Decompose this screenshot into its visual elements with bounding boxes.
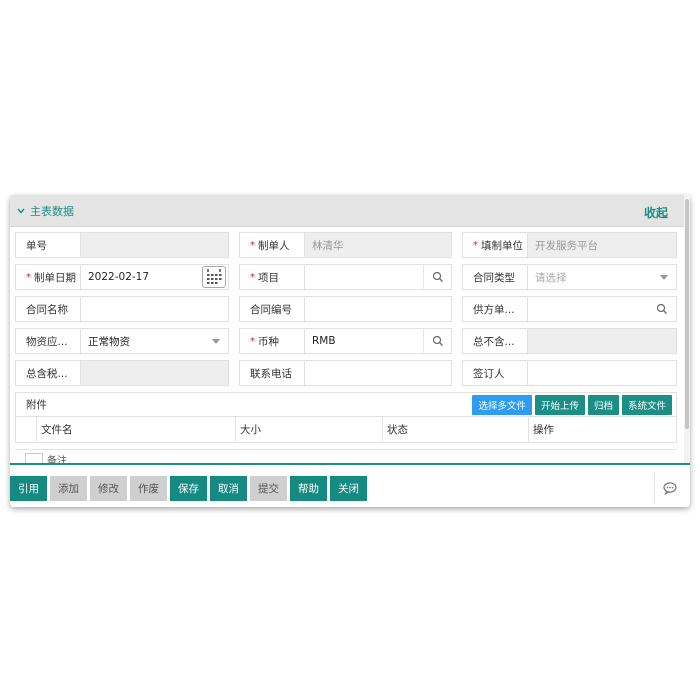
edit-button: 修改 [90, 476, 127, 501]
scroll-thumb[interactable] [685, 199, 689, 429]
total-excl-tax-input [527, 328, 677, 354]
attachment-buttons: 选择多文件 开始上传 归档 系统文件 [472, 395, 672, 415]
chevron-down-icon[interactable] [212, 339, 220, 344]
field-signer: 签订人 [462, 360, 677, 386]
field-total-excl-tax: 总不含... [462, 328, 677, 354]
close-button[interactable]: 关闭 [330, 476, 367, 501]
field-label: 总不含... [473, 335, 515, 348]
total-incl-tax-input [80, 360, 229, 386]
required-mark: * [250, 239, 255, 251]
field-currency: * 币种 RMB [239, 328, 452, 354]
field-label: 合同编号 [250, 303, 292, 316]
project-input[interactable] [304, 264, 452, 290]
quote-button[interactable]: 引用 [10, 476, 47, 501]
field-contract-name: 合同名称 [15, 296, 229, 322]
chevron-down-icon[interactable] [660, 275, 668, 280]
remark-row: 备注 [15, 449, 677, 463]
submit-button: 提交 [250, 476, 287, 501]
column-header: 操作 [528, 417, 676, 442]
calendar-icon[interactable] [202, 266, 226, 288]
section-title: 主表数据 [30, 204, 74, 218]
archive-button[interactable]: 归档 [587, 395, 619, 415]
chevron-down-icon[interactable] [16, 206, 26, 216]
chat-icon[interactable] [654, 473, 684, 503]
field-label: 物资应... [26, 335, 68, 348]
field-label: 币种 [258, 335, 279, 348]
add-button: 添加 [50, 476, 87, 501]
field-label: 填制单位 [481, 239, 523, 252]
remark-toggle[interactable] [25, 453, 43, 463]
required-mark: * [26, 271, 31, 283]
field-label: 签订人 [473, 367, 505, 380]
form-row-2: * 制单日期 2022-02-17 * 项目 合同类型 请选择 [15, 264, 677, 290]
required-mark: * [473, 239, 478, 251]
form-row-5: 总含税... 联系电话 签订人 [15, 360, 677, 386]
maker-input: 林清华 [304, 232, 452, 258]
search-icon[interactable] [423, 329, 451, 353]
field-maker: * 制单人 林清华 [239, 232, 452, 258]
field-label: 总含税... [26, 367, 68, 380]
footer-toolbar: 引用 添加 修改 作废 保存 取消 提交 帮助 关闭 [10, 463, 690, 507]
system-files-button[interactable]: 系统文件 [621, 395, 672, 415]
date-input[interactable]: 2022-02-17 [80, 264, 229, 290]
required-mark: * [250, 271, 255, 283]
field-unit: * 填制单位 开发服务平台 [462, 232, 677, 258]
column-header: 状态 [382, 417, 528, 442]
remark-label: 备注 [47, 456, 67, 463]
material-select[interactable]: 正常物资 [80, 328, 229, 354]
field-label: 制单人 [258, 239, 290, 252]
field-label: 合同类型 [473, 271, 515, 284]
column-header: 文件名 [36, 417, 235, 442]
order-no-input [80, 232, 229, 258]
field-supplier: 供方单... [462, 296, 677, 322]
void-button: 作废 [130, 476, 167, 501]
save-button[interactable]: 保存 [170, 476, 207, 501]
field-label: 单号 [26, 239, 47, 252]
form-row-1: 单号 * 制单人 林清华 * 填制单位 开发服务平台 [15, 232, 677, 258]
select-files-button[interactable]: 选择多文件 [472, 395, 532, 415]
supplier-input[interactable] [527, 296, 677, 322]
field-label: 供方单... [473, 303, 515, 316]
contract-name-input[interactable] [80, 296, 229, 322]
collapse-link[interactable]: 收起 [644, 204, 668, 221]
cancel-button[interactable]: 取消 [210, 476, 247, 501]
field-order-no: 单号 [15, 232, 229, 258]
main-window: 主表数据 收起 单号 * 制单人 林清华 * 填制单位 开发服务平台 * 制单日期 [10, 195, 690, 507]
search-icon[interactable] [648, 297, 676, 321]
field-label: 制单日期 [34, 271, 76, 284]
field-label: 项目 [258, 271, 279, 284]
field-contract-no: 合同编号 [239, 296, 452, 322]
form-row-4: 物资应... 正常物资 * 币种 RMB 总不含... [15, 328, 677, 354]
help-button[interactable]: 帮助 [290, 476, 327, 501]
field-label: 联系电话 [250, 367, 292, 380]
contract-type-select[interactable]: 请选择 [527, 264, 677, 290]
section-header[interactable]: 主表数据 收起 [10, 195, 686, 227]
field-contract-type: 合同类型 请选择 [462, 264, 677, 290]
footer-buttons: 引用 添加 修改 作废 保存 取消 提交 帮助 关闭 [10, 476, 367, 501]
field-project: * 项目 [239, 264, 452, 290]
field-label: 合同名称 [26, 303, 68, 316]
attachment-label: 附件 [26, 399, 47, 411]
field-phone: 联系电话 [239, 360, 452, 386]
required-mark: * [250, 335, 255, 347]
start-upload-button[interactable]: 开始上传 [534, 395, 585, 415]
field-total-incl-tax: 总含税... [15, 360, 229, 386]
signer-input[interactable] [527, 360, 677, 386]
attachment-bar: 附件 选择多文件 开始上传 归档 系统文件 [15, 392, 677, 416]
vertical-scrollbar[interactable] [684, 195, 690, 507]
column-header: 大小 [235, 417, 382, 442]
checkbox-column[interactable] [16, 417, 36, 442]
field-material: 物资应... 正常物资 [15, 328, 229, 354]
search-icon[interactable] [423, 265, 451, 289]
contract-no-input[interactable] [304, 296, 452, 322]
form-row-3: 合同名称 合同编号 供方单... [15, 296, 677, 322]
field-date: * 制单日期 2022-02-17 [15, 264, 229, 290]
currency-input[interactable]: RMB [304, 328, 452, 354]
file-table-header: 文件名 大小 状态 操作 [15, 416, 677, 443]
unit-input: 开发服务平台 [527, 232, 677, 258]
phone-input[interactable] [304, 360, 452, 386]
